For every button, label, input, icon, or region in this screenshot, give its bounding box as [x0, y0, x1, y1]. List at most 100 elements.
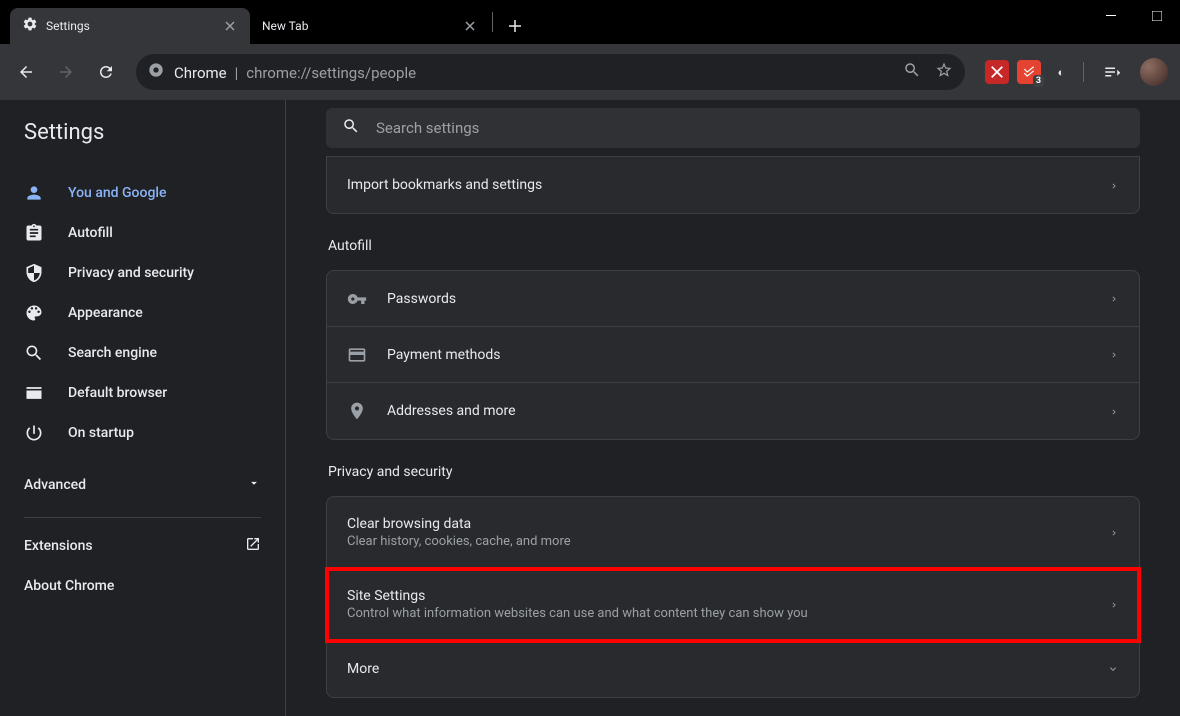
row-clear-browsing-data[interactable]: Clear browsing data Clear history, cooki…	[327, 497, 1139, 569]
extension-badge: 3	[1033, 75, 1044, 87]
close-icon[interactable]	[222, 18, 238, 34]
app-body: Settings You and Google Autofill Privacy…	[0, 100, 1180, 716]
url-text: Chrome | chrome://settings/people	[174, 63, 416, 82]
minimize-button[interactable]	[1088, 0, 1134, 32]
toolbar: Chrome | chrome://settings/people 3 ◐	[0, 44, 1180, 100]
sidebar-footer-label: Extensions	[24, 538, 93, 554]
search-icon	[342, 117, 360, 139]
sidebar-item-label: You and Google	[68, 185, 166, 201]
key-icon	[347, 289, 367, 309]
extension-icon-3[interactable]: ◐	[1049, 60, 1073, 84]
extension-icon-todoist[interactable]: 3	[1017, 60, 1041, 84]
new-tab-button[interactable]	[501, 12, 529, 40]
search-icon	[24, 343, 44, 363]
chevron-down-icon	[1107, 660, 1119, 679]
row-payment-methods[interactable]: Payment methods	[327, 327, 1139, 383]
sidebar-item-label: Search engine	[68, 345, 157, 361]
tab-newtab[interactable]: New Tab	[250, 8, 490, 44]
section-title-privacy: Privacy and security	[328, 464, 1140, 480]
tab-settings[interactable]: Settings	[10, 8, 250, 44]
sidebar-about-chrome[interactable]: About Chrome	[0, 566, 285, 606]
omnibox[interactable]: Chrome | chrome://settings/people	[136, 54, 965, 90]
row-label: Addresses and more	[387, 403, 1109, 419]
chevron-right-icon	[1109, 176, 1119, 195]
maximize-button[interactable]	[1134, 0, 1180, 32]
card-autofill: Passwords Payment methods Addresses and …	[326, 270, 1140, 440]
sidebar-item-on-startup[interactable]: On startup	[0, 413, 285, 453]
tab-title: New Tab	[262, 19, 454, 33]
sidebar-extensions[interactable]: Extensions	[0, 526, 285, 566]
chrome-icon	[148, 62, 164, 82]
sidebar-item-label: Default browser	[68, 385, 167, 401]
sidebar-item-autofill[interactable]: Autofill	[0, 213, 285, 253]
profile-avatar[interactable]	[1140, 58, 1168, 86]
row-title: Clear browsing data	[347, 516, 1109, 532]
sidebar-item-default-browser[interactable]: Default browser	[0, 373, 285, 413]
search-row	[286, 100, 1180, 156]
sidebar-title: Settings	[0, 100, 285, 165]
pin-icon	[347, 401, 367, 421]
zoom-icon[interactable]	[903, 61, 921, 83]
back-button[interactable]	[8, 54, 44, 90]
sidebar-item-label: Privacy and security	[68, 265, 194, 281]
power-icon	[24, 423, 44, 443]
chevron-right-icon	[1109, 595, 1119, 614]
row-label: Payment methods	[387, 347, 1109, 363]
sidebar-item-privacy[interactable]: Privacy and security	[0, 253, 285, 293]
tab-title: Settings	[46, 19, 214, 33]
url-separator: |	[235, 64, 239, 82]
gear-icon	[22, 16, 38, 36]
row-site-settings[interactable]: Site Settings Control what information w…	[327, 569, 1139, 641]
chevron-right-icon	[1109, 289, 1119, 308]
sidebar-items: You and Google Autofill Privacy and secu…	[0, 165, 285, 461]
row-subtitle: Control what information websites can us…	[347, 606, 1109, 621]
sidebar-item-appearance[interactable]: Appearance	[0, 293, 285, 333]
sidebar-item-label: On startup	[68, 425, 134, 441]
chevron-right-icon	[1109, 345, 1119, 364]
card-icon	[347, 345, 367, 365]
person-icon	[24, 183, 44, 203]
clipboard-icon	[24, 223, 44, 243]
url-path: chrome://settings/people	[246, 64, 416, 82]
search-input[interactable]	[376, 119, 1124, 137]
sidebar-advanced-label: Advanced	[24, 477, 86, 493]
card-import: Import bookmarks and settings	[326, 156, 1140, 214]
row-import-bookmarks[interactable]: Import bookmarks and settings	[327, 157, 1139, 213]
row-label: More	[347, 661, 1107, 677]
forward-button[interactable]	[48, 54, 84, 90]
bookmark-icon[interactable]	[935, 61, 953, 83]
media-button[interactable]	[1094, 54, 1130, 90]
card-privacy: Clear browsing data Clear history, cooki…	[326, 496, 1140, 698]
row-subtitle: Clear history, cookies, cache, and more	[347, 534, 1109, 549]
sidebar-item-label: Autofill	[68, 225, 113, 241]
chevron-down-icon	[247, 476, 261, 494]
toolbar-separator	[1083, 62, 1084, 82]
extension-icon-1[interactable]	[985, 60, 1009, 84]
divider	[24, 517, 261, 518]
close-icon[interactable]	[462, 18, 478, 34]
row-passwords[interactable]: Passwords	[327, 271, 1139, 327]
row-more[interactable]: More	[327, 641, 1139, 697]
window-controls	[1088, 0, 1180, 32]
sidebar: Settings You and Google Autofill Privacy…	[0, 100, 286, 716]
sidebar-advanced[interactable]: Advanced	[0, 461, 285, 509]
sidebar-footer-label: About Chrome	[24, 578, 114, 594]
shield-icon	[24, 263, 44, 283]
main-content: Import bookmarks and settings Autofill P…	[286, 100, 1180, 716]
sidebar-item-you-and-google[interactable]: You and Google	[0, 173, 285, 213]
row-title: Site Settings	[347, 588, 1109, 604]
section-title-autofill: Autofill	[328, 238, 1140, 254]
chevron-right-icon	[1109, 402, 1119, 421]
browser-icon	[24, 383, 44, 403]
tab-divider	[492, 12, 493, 32]
external-link-icon	[245, 536, 261, 556]
settings-content: Import bookmarks and settings Autofill P…	[286, 156, 1180, 716]
row-addresses[interactable]: Addresses and more	[327, 383, 1139, 439]
row-label: Passwords	[387, 291, 1109, 307]
reload-button[interactable]	[88, 54, 124, 90]
chevron-right-icon	[1109, 523, 1119, 542]
sidebar-item-search-engine[interactable]: Search engine	[0, 333, 285, 373]
url-prefix: Chrome	[174, 64, 227, 82]
search-settings-box[interactable]	[326, 108, 1140, 148]
extension-icons: 3 ◐	[985, 60, 1073, 84]
